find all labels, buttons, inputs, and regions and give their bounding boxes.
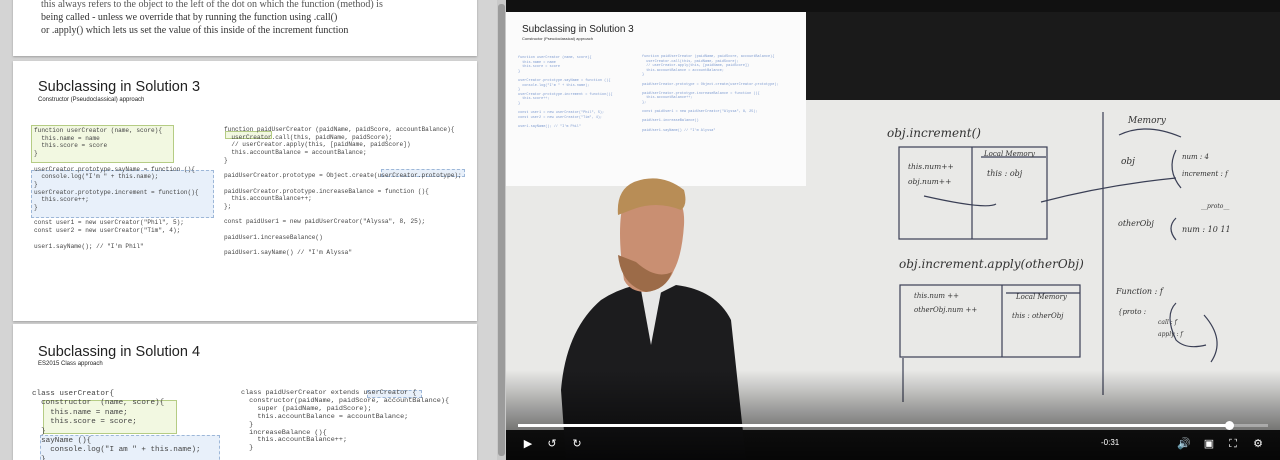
- code-line: paidUserCreator.prototype = Object.creat…: [224, 172, 462, 180]
- scrollbar-thumb[interactable]: [498, 4, 505, 456]
- code-line: }: [241, 444, 254, 453]
- code-block-right: function paidUserCreator (paidName, paid…: [224, 126, 462, 257]
- code-line: this.accountBalance++;: [224, 195, 312, 203]
- code-line: this.accountBalance++;: [241, 436, 348, 445]
- code-line: }: [32, 455, 46, 460]
- code-line: this.score++;: [34, 196, 89, 204]
- code-line: function paidUserCreator (paidName, paid…: [224, 126, 455, 133]
- volume-button[interactable]: 🔊: [1176, 436, 1192, 452]
- code-block-left: class userCreator{ constructor (name, sc…: [32, 390, 201, 460]
- controls-gradient: [506, 370, 1280, 460]
- code-line: class userCreator{: [32, 390, 115, 398]
- slide-subtitle: ES2015 Class approach: [38, 361, 103, 367]
- play-icon: ▶: [523, 438, 533, 450]
- code-line: userCreator.prototype.sayName = function…: [34, 165, 195, 173]
- code-line: constructor (name, score){: [32, 399, 165, 408]
- code-block-left: function userCreator (name, score){ this…: [34, 127, 199, 250]
- rewind-button[interactable]: ↺: [544, 436, 560, 452]
- rewind-icon: ↺: [547, 438, 557, 450]
- code-line: const paidUser1 = new paidUserCreator("A…: [224, 218, 426, 226]
- fullscreen-button[interactable]: ⛶: [1225, 436, 1241, 452]
- code-line: this.name = name;: [32, 408, 128, 417]
- code-line: // userCreator.apply(this, [paidName, pa…: [224, 141, 411, 149]
- slide-title: Subclassing in Solution 4: [38, 344, 201, 360]
- progress-handle[interactable]: [1225, 421, 1234, 430]
- code-line: console.log("I'm " + this.name);: [34, 173, 159, 181]
- fullscreen-icon: ⛶: [1229, 438, 1237, 450]
- volume-icon: 🔊: [1177, 438, 1191, 450]
- note-line-2: being called - unless we override that b…: [41, 12, 338, 23]
- code-line: const user2 = new userCreator("Tim", 4);: [34, 227, 181, 235]
- code-line: userCreator.prototype.increment = functi…: [34, 188, 199, 196]
- note-line-1: this always refers to the object to the …: [41, 0, 383, 10]
- code-line: userCreator.call(this, paidName, paidSco…: [224, 133, 393, 141]
- code-line: }: [224, 156, 228, 164]
- code-line: this.accountBalance = accountBalance;: [224, 149, 367, 157]
- code-line: this.accountBalance = accountBalance;: [241, 412, 409, 421]
- slides-panel[interactable]: this always refers to the object to the …: [0, 0, 497, 460]
- slide-subtitle: Constructor (Pseudoclassical) approach: [38, 97, 145, 103]
- code-line: paidUser1.increaseBalance(): [224, 233, 323, 241]
- settings-button[interactable]: ⚙: [1250, 436, 1266, 452]
- code-line: }: [34, 150, 38, 158]
- code-line: this.name = name: [34, 134, 100, 142]
- time-display: -0:31: [1101, 438, 1120, 447]
- code-line: }: [34, 204, 38, 212]
- play-button[interactable]: ▶: [520, 436, 536, 452]
- code-line: paidUserCreator.prototype.increaseBalanc…: [224, 187, 429, 195]
- video-player[interactable]: Subclassing in Solution 3 Constructor (P…: [506, 0, 1280, 460]
- forward-button[interactable]: ↻: [569, 436, 585, 452]
- slide-solution-3: Subclassing in Solution 3 Constructor (P…: [13, 61, 477, 321]
- slide-title: Subclassing in Solution 3: [38, 79, 201, 95]
- picture-in-picture-icon: ▣: [1203, 438, 1215, 450]
- progress-fill: [518, 424, 1229, 427]
- scrollbar[interactable]: [497, 0, 506, 460]
- code-line: paidUser1.sayName() // "I'm Alyssa": [224, 249, 352, 257]
- settings-icon: ⚙: [1253, 438, 1263, 450]
- code-line: }: [34, 180, 38, 188]
- pip-button[interactable]: ▣: [1201, 436, 1217, 452]
- code-line: this.score = score: [34, 142, 108, 150]
- code-line: this.score = score;: [32, 418, 137, 427]
- progress-bar[interactable]: [518, 421, 1268, 430]
- forward-icon: ↻: [572, 438, 582, 450]
- slide-note: this always refers to the object to the …: [13, 0, 477, 56]
- code-block-right: class paidUserCreator extends userCreato…: [241, 389, 449, 453]
- note-line-3: or .apply() which lets us set the value …: [41, 25, 349, 36]
- code-line: };: [224, 203, 232, 211]
- code-line: }: [32, 427, 46, 436]
- code-line: user1.sayName(); // "I'm Phil": [34, 242, 144, 250]
- code-line: const user1 = new userCreator("Phil", 5)…: [34, 219, 184, 227]
- code-line: function userCreator (name, score){: [34, 127, 162, 134]
- code-line: sayName (){: [32, 437, 92, 446]
- slide-solution-4: Subclassing in Solution 4 ES2015 Class a…: [13, 324, 477, 460]
- code-line: console.log("I am " + this.name);: [32, 446, 201, 455]
